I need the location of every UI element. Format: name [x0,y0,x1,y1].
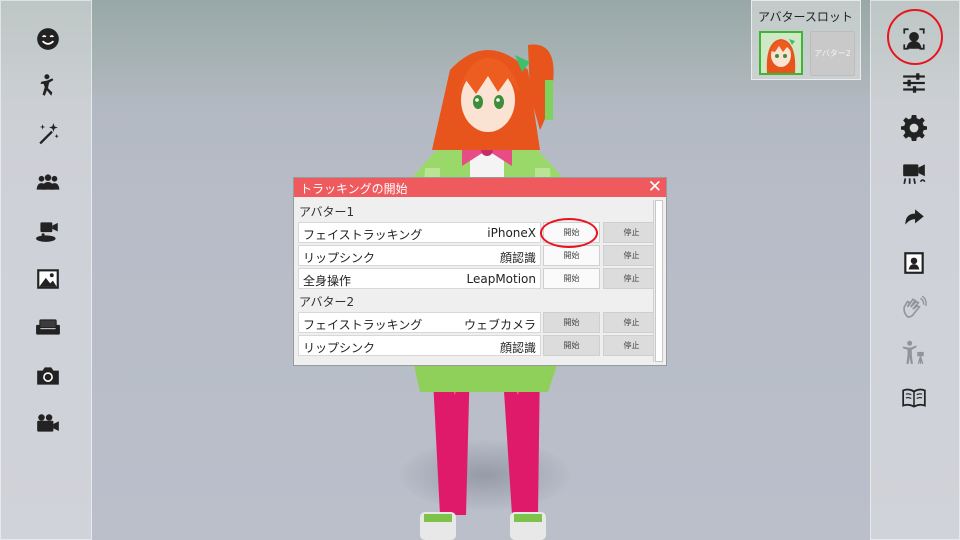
section-avatar-1: アバター1 [299,205,355,219]
group-icon[interactable] [28,162,68,202]
tracking-device-label: LeapMotion [466,272,536,286]
start-button[interactable]: 開始 [543,245,600,266]
stop-button[interactable]: 停止 [603,222,660,243]
avatar-slot-2[interactable]: アバター2 [810,31,855,76]
tracking-type-label: フェイストラッキング [303,318,423,332]
settings-icon[interactable] [894,108,934,148]
left-toolbar [0,0,92,540]
stop-button[interactable]: 停止 [603,268,660,289]
close-icon[interactable]: ✕ [648,178,662,196]
magic-wand-icon[interactable] [28,114,68,154]
tracking-row: リップシンク 顔認識 開始 停止 [298,245,660,266]
person-camera-icon [894,333,934,373]
dialog-title: トラッキングの開始 [300,182,408,196]
tracking-row: リップシンク 顔認識 開始 停止 [298,335,660,356]
record-camera-icon[interactable] [894,153,934,193]
tracking-device-label: ウェブカメラ [463,318,536,332]
tracking-type-label: 全身操作 [303,274,352,288]
tracking-row-label: 全身操作 LeapMotion [298,268,541,289]
book-icon[interactable] [894,378,934,418]
stop-button[interactable]: 停止 [603,335,660,356]
scrollbar-thumb[interactable] [655,200,663,362]
right-toolbar [870,0,960,540]
start-button[interactable]: 開始 [543,312,600,333]
avatar-thumbnail [761,33,801,73]
tracking-type-label: フェイストラッキング [303,228,423,242]
image-icon[interactable] [28,259,68,299]
tracking-row-label: フェイストラッキング iPhoneX [298,222,541,243]
redo-icon[interactable] [894,198,934,238]
start-button[interactable]: 開始 [543,268,600,289]
avatar-slot-panel: アバタースロット アバター2 [751,0,861,80]
tracking-device-label: 顔認識 [499,251,536,265]
hand-wave-icon [894,288,934,328]
stop-button[interactable]: 停止 [603,245,660,266]
tracking-row: 全身操作 LeapMotion 開始 停止 [298,268,660,289]
tracking-type-label: リップシンク [303,341,376,355]
tracking-start-dialog: トラッキングの開始 ✕ アバター1 フェイストラッキング iPhoneX 開始 … [293,177,667,366]
start-button-highlight-ring [540,218,598,248]
dialog-header: トラッキングの開始 ✕ [294,178,666,197]
tracking-row: フェイストラッキング ウェブカメラ 開始 停止 [298,312,660,333]
avatar-slot-title: アバタースロット [758,10,853,24]
pose-icon[interactable] [28,66,68,106]
tracking-row: フェイストラッキング iPhoneX 開始 停止 [298,222,660,243]
stop-button[interactable]: 停止 [603,312,660,333]
tracking-highlight-ring [887,9,943,65]
section-avatar-2: アバター2 [299,295,355,309]
camera-icon[interactable] [28,356,68,396]
tracking-row-label: リップシンク 顔認識 [298,335,541,356]
tracking-row-label: リップシンク 顔認識 [298,245,541,266]
portrait-icon[interactable] [894,243,934,283]
avatar-slot-1[interactable] [759,31,803,75]
dialog-scrollbar[interactable] [653,200,664,362]
face-emotion-icon[interactable] [28,19,68,59]
sofa-icon[interactable] [28,307,68,347]
tracking-type-label: リップシンク [303,251,376,265]
camera-stage-icon[interactable] [28,211,68,251]
tracking-row-label: フェイストラッキング ウェブカメラ [298,312,541,333]
start-button[interactable]: 開始 [543,335,600,356]
tracking-device-label: iPhoneX [487,226,536,240]
video-camera-icon[interactable] [28,404,68,444]
sliders-icon[interactable] [894,63,934,103]
tracking-device-label: 顔認識 [499,341,536,355]
